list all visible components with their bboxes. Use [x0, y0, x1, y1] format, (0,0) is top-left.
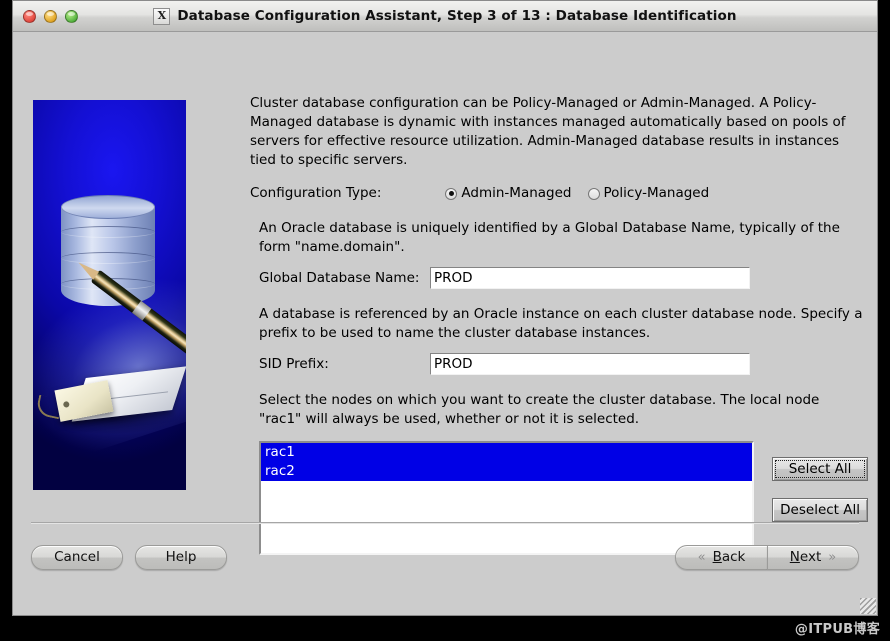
sid-row: SID Prefix: — [259, 353, 868, 375]
resize-grip[interactable] — [860, 598, 876, 614]
radio-policy-managed-icon[interactable] — [587, 187, 600, 200]
sid-help-text: A database is referenced by an Oracle in… — [259, 306, 863, 341]
chevron-left-icon: « — [697, 549, 706, 565]
intro-text: Cluster database configuration can be Po… — [250, 95, 846, 168]
config-type-radio-group: Admin-Managed Policy-Managed — [445, 184, 709, 203]
config-type-label: Configuration Type: — [250, 185, 382, 201]
next-mnemonic: N — [789, 549, 800, 565]
radio-admin-managed-icon[interactable] — [445, 187, 458, 200]
config-type-row: Configuration Type: Admin-Managed Policy… — [250, 184, 868, 203]
window-title: Database Configuration Assistant, Step 3… — [177, 8, 737, 24]
nodes-help-text: Select the nodes on which you want to cr… — [259, 392, 820, 427]
x-window-icon: X — [153, 7, 171, 25]
help-button[interactable]: Help — [135, 544, 227, 570]
radio-policy-managed-label: Policy-Managed — [603, 185, 710, 201]
footer-left-buttons: Cancel Help — [31, 544, 227, 570]
radio-admin-managed[interactable]: Admin-Managed — [445, 184, 572, 203]
sid-label: SID Prefix: — [259, 355, 329, 372]
dialog-content: Cluster database configuration can be Po… — [13, 32, 877, 615]
next-button[interactable]: Next » — [767, 544, 859, 570]
next-rest: ext — [799, 549, 822, 565]
next-button-label: Next — [790, 549, 821, 565]
close-button[interactable] — [23, 9, 36, 23]
cylinder-ring — [61, 252, 155, 264]
back-button[interactable]: « Back — [675, 544, 767, 570]
tag-hole — [62, 400, 70, 408]
window-controls — [23, 9, 78, 23]
list-item[interactable]: rac2 — [261, 462, 753, 481]
watermark: @ITPUB博客 — [794, 622, 880, 637]
dialog-window: X Database Configuration Assistant, Step… — [12, 0, 878, 616]
global-db-row: Global Database Name: — [259, 267, 868, 289]
chevron-right-icon: » — [828, 549, 837, 565]
titlebar-center: X Database Configuration Assistant, Step… — [13, 7, 877, 25]
form-area: Cluster database configuration can be Po… — [250, 94, 868, 555]
titlebar: X Database Configuration Assistant, Step… — [13, 1, 877, 32]
back-button-label: Back — [713, 549, 746, 565]
global-db-help-text: An Oracle database is uniquely identifie… — [259, 220, 840, 255]
node-list-buttons: Select All Deselect All — [772, 441, 868, 522]
radio-admin-managed-label: Admin-Managed — [461, 185, 572, 201]
footer-nav-buttons: « Back Next » — [675, 544, 859, 570]
select-all-button[interactable]: Select All — [772, 457, 868, 481]
back-mnemonic: B — [712, 549, 722, 565]
global-db-label: Global Database Name: — [259, 269, 420, 286]
footer-separator — [31, 522, 859, 523]
global-db-input[interactable] — [430, 267, 750, 289]
sid-prefix-input[interactable] — [430, 353, 750, 375]
footer: Cancel Help « Back Next » — [13, 537, 877, 577]
radio-policy-managed[interactable]: Policy-Managed — [587, 184, 710, 203]
zoom-button[interactable] — [65, 9, 78, 23]
cylinder-ring — [61, 226, 155, 238]
cancel-button[interactable]: Cancel — [31, 544, 123, 570]
minimize-button[interactable] — [44, 9, 57, 23]
oracle-banner-image — [33, 100, 186, 490]
back-rest: ack — [721, 549, 746, 565]
cylinder-top — [61, 195, 155, 219]
deselect-all-button[interactable]: Deselect All — [772, 498, 868, 522]
list-item[interactable]: rac1 — [261, 443, 753, 462]
